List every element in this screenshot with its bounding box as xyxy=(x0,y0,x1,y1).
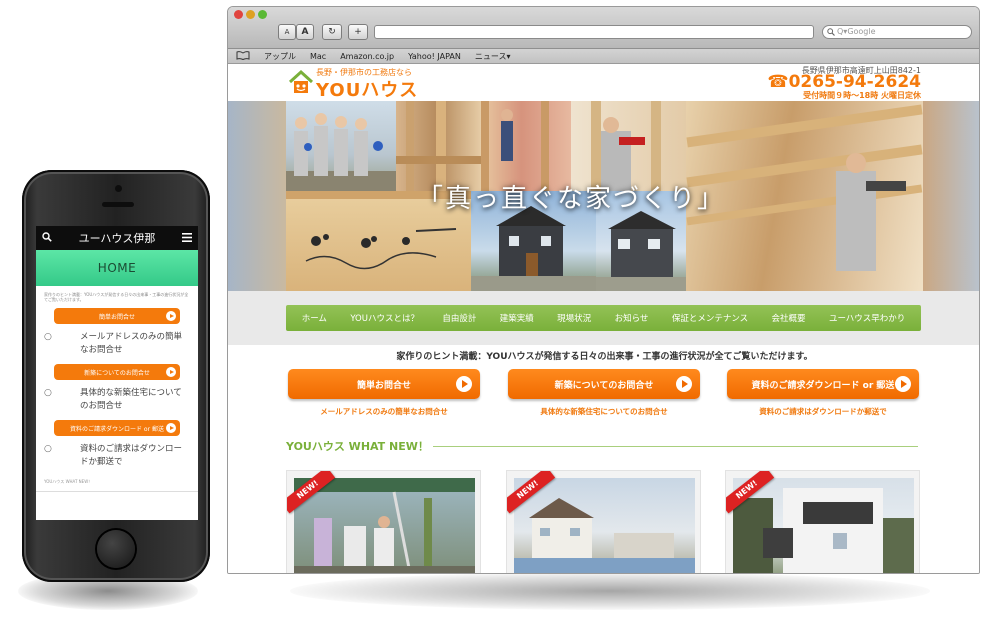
news-card-1[interactable]: NEW! xyxy=(286,470,481,573)
new-build-inquiry-caption: 具体的な新築住宅についてのお問合せ xyxy=(540,407,668,416)
nav-about[interactable]: YOUハウスとは？ xyxy=(350,312,419,324)
phone-screen: ユーハウス伊那 HOME 家作りのヒント満載：YOUハウスが発信する日々の出来事… xyxy=(36,226,198,520)
news-card-3-image xyxy=(733,478,914,573)
simple-inquiry-caption: メールアドレスのみの簡単なお問合せ xyxy=(320,407,448,416)
search-icon[interactable] xyxy=(42,231,52,245)
new-build-inquiry-button[interactable]: 新築についてのお問合せ xyxy=(508,369,700,399)
list-item: ○ メールアドレスのみの簡単なお問合せ xyxy=(44,332,183,355)
brochure-request-caption: 資料のご請求はダウンロードか郵送で xyxy=(759,407,887,416)
bookmark-mac[interactable]: Mac xyxy=(310,52,326,61)
hero-blur-right xyxy=(923,101,979,291)
mobile-site-title[interactable]: ユーハウス伊那 xyxy=(52,230,182,246)
bookmarks-book-icon[interactable] xyxy=(236,50,250,62)
news-card-1-image xyxy=(294,478,475,573)
phone-speaker xyxy=(102,202,134,207)
url-bar[interactable] xyxy=(374,25,814,39)
hero-blur-left xyxy=(228,101,286,291)
mobile-hero: HOME xyxy=(36,250,198,286)
phone-camera xyxy=(115,185,122,192)
mobile-simple-inquiry-button[interactable]: 簡単お問合せ xyxy=(54,308,180,324)
browser-search-field[interactable]: Q▾Google xyxy=(822,25,972,39)
browser-window: A A ↻ + Q▾Google アップル Mac Amazon.co.jp Y… xyxy=(227,6,980,574)
search-icon xyxy=(827,28,835,36)
nav-home[interactable]: ホーム xyxy=(302,312,327,324)
business-hours: 受付時間９時～18時 火曜日定休 xyxy=(803,91,921,100)
nav-news[interactable]: お知らせ xyxy=(615,312,649,324)
news-card-2[interactable]: NEW! xyxy=(506,470,701,573)
whatnew-divider xyxy=(433,446,918,447)
bookmarks-bar: アップル Mac Amazon.co.jp Yahoo! JAPAN ニュース▾ xyxy=(228,49,979,64)
smartphone-mockup: ユーハウス伊那 HOME 家作りのヒント満載：YOUハウスが発信する日々の出来事… xyxy=(22,170,210,582)
nav-wrapper: ホーム YOUハウスとは？ 自由設計 建築実績 現場状況 お知らせ 保証とメンテ… xyxy=(228,291,979,345)
list-item: ○ 資料のご請求はダウンロードか郵送で xyxy=(44,444,183,467)
minimize-window-icon[interactable] xyxy=(246,10,255,19)
nav-warranty[interactable]: 保証とメンテナンス xyxy=(672,312,748,324)
browser-shadow xyxy=(290,572,930,610)
phone-number[interactable]: ☎0265-94-2624 xyxy=(767,72,921,92)
mobile-hero-title: HOME xyxy=(97,261,137,275)
bookmark-yahoo[interactable]: Yahoo! JAPAN xyxy=(408,52,461,61)
nav-company[interactable]: 会社概要 xyxy=(772,312,806,324)
main-navigation: ホーム YOUハウスとは？ 自由設計 建築実績 現場状況 お知らせ 保証とメンテ… xyxy=(286,305,921,331)
bookmark-amazon[interactable]: Amazon.co.jp xyxy=(340,52,394,61)
bookmark-news[interactable]: ニュース▾ xyxy=(475,51,511,62)
mobile-navbar: ユーハウス伊那 xyxy=(36,226,198,250)
mobile-brochure-request-button[interactable]: 資料のご請求ダウンロード or 郵送 xyxy=(54,420,180,436)
nav-custom-design[interactable]: 自由設計 xyxy=(442,312,476,324)
list-item: ○ 具体的な新築住宅についてのお問合せ xyxy=(44,388,182,411)
bookmark-apple[interactable]: アップル xyxy=(264,51,296,62)
nav-works[interactable]: 建築実績 xyxy=(500,312,534,324)
play-icon xyxy=(166,423,176,433)
nav-site-status[interactable]: 現場状況 xyxy=(557,312,591,324)
mobile-intro-text: 家作りのヒント満載：YOUハウスが発信する日々の出来事・工事の進行状況が全てご覧… xyxy=(44,292,189,302)
play-icon xyxy=(895,376,911,392)
site-tagline: 家作りのヒント満載：YOUハウスが発信する日々の出来事・工事の進行状況が全てご覧… xyxy=(396,352,813,362)
play-icon xyxy=(166,367,176,377)
brochure-request-button[interactable]: 資料のご請求ダウンロード or 郵送 xyxy=(727,369,919,399)
nav-quick-guide[interactable]: ユーハウス早わかり xyxy=(829,312,905,324)
website-content: 長野・伊那市の工務店なら YOUハウス 長野県伊那市高遠町上山田842-1 ☎0… xyxy=(228,65,979,573)
add-bookmark-icon[interactable]: + xyxy=(348,24,368,40)
site-header: 長野・伊那市の工務店なら YOUハウス 長野県伊那市高遠町上山田842-1 ☎0… xyxy=(228,65,979,102)
news-card-2-image xyxy=(514,478,695,573)
hamburger-icon[interactable] xyxy=(182,232,192,245)
window-controls xyxy=(234,10,267,19)
hero-banner: 「真っ直ぐな家づくり」 xyxy=(228,101,979,291)
font-smaller-button[interactable]: A xyxy=(278,24,296,40)
browser-toolbar: A A ↻ + Q▾Google xyxy=(228,7,979,49)
simple-inquiry-button[interactable]: 簡単お問合せ xyxy=(288,369,480,399)
hero-slogan: 「真っ直ぐな家づくり」 xyxy=(416,183,725,214)
play-icon xyxy=(676,376,692,392)
play-icon xyxy=(456,376,472,392)
play-icon xyxy=(166,311,176,321)
mobile-whatnew-heading: YOUハウス WHAT NEW！ xyxy=(36,473,198,492)
workers-photo xyxy=(286,101,396,191)
font-larger-button[interactable]: A xyxy=(296,24,314,40)
close-window-icon[interactable] xyxy=(234,10,243,19)
house-logo-icon[interactable] xyxy=(288,69,314,95)
news-card-3[interactable]: NEW! xyxy=(725,470,920,573)
whatnew-heading: YOUハウス WHAT NEW！ xyxy=(286,440,429,453)
phone-home-button[interactable] xyxy=(97,530,135,568)
reload-icon[interactable]: ↻ xyxy=(322,24,342,40)
zoom-window-icon[interactable] xyxy=(258,10,267,19)
logo-name[interactable]: YOUハウス xyxy=(316,76,418,102)
mobile-new-build-inquiry-button[interactable]: 新築についてのお問合せ xyxy=(54,364,180,380)
